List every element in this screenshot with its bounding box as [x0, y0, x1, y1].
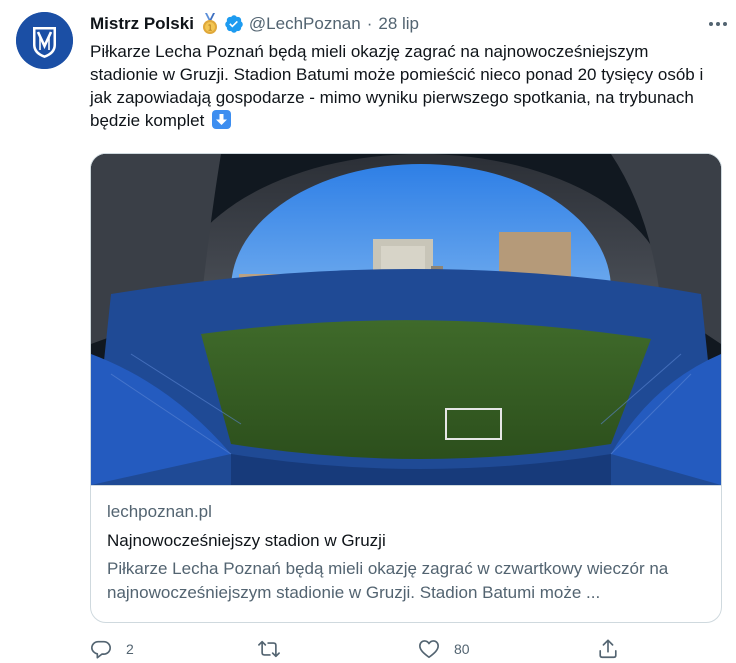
svg-text:1: 1 [207, 24, 212, 33]
like-button[interactable]: 80 [418, 636, 470, 662]
tweet-text: Piłkarze Lecha Poznań będą mieli okazję … [90, 40, 720, 132]
tweet-text-body: Piłkarze Lecha Poznań będą mieli okazję … [90, 42, 704, 130]
tweet-header: Mistrz Polski 1 @LechPoznan · 28 lip [90, 12, 730, 36]
retweet-button[interactable] [258, 636, 294, 662]
separator-dot: · [366, 14, 373, 33]
like-count: 80 [454, 641, 470, 657]
retweet-icon [258, 640, 280, 658]
tweet-date[interactable]: 28 lip [378, 14, 419, 34]
verified-badge-icon [224, 14, 244, 34]
share-icon [599, 639, 617, 659]
avatar[interactable] [16, 12, 73, 69]
card-title: Najnowocześniejszy stadion w Gruzji [107, 531, 386, 550]
tweet-actions: 2 80 [90, 636, 722, 663]
reply-count: 2 [126, 641, 134, 657]
display-name[interactable]: Mistrz Polski [90, 14, 194, 34]
card-divider [91, 485, 721, 486]
stadium-photo[interactable] [91, 154, 721, 485]
link-card[interactable]: lechpoznan.pl Najnowocześniejszy stadion… [90, 153, 722, 623]
more-icon[interactable] [706, 14, 730, 34]
reply-icon [91, 640, 111, 659]
card-description: Piłkarze Lecha Poznań będą mieli okazję … [107, 559, 669, 602]
lech-poznan-crest-icon [16, 12, 73, 69]
gold-medal-icon: 1 [200, 13, 220, 35]
share-button[interactable] [597, 636, 619, 662]
tweet[interactable]: Mistrz Polski 1 @LechPoznan · 28 lip Pił… [0, 0, 736, 663]
card-domain: lechpoznan.pl [107, 502, 212, 521]
reply-button[interactable]: 2 [90, 636, 134, 662]
heart-icon [419, 640, 439, 659]
down-arrow-emoji-icon [212, 110, 232, 129]
handle[interactable]: @LechPoznan [249, 14, 361, 34]
